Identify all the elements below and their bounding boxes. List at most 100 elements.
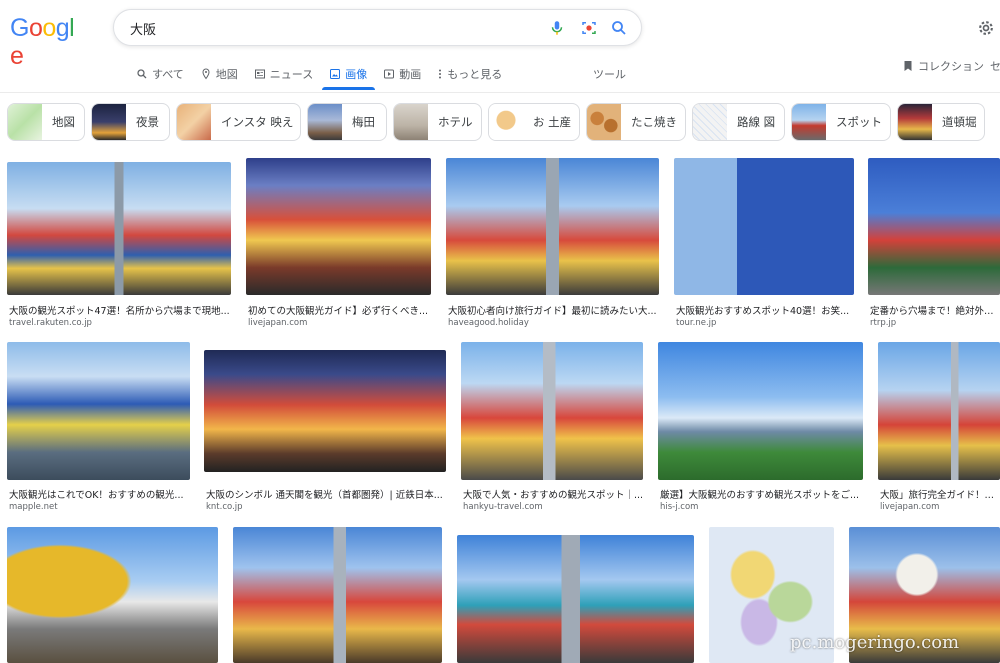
tab-news[interactable]: ニュース — [246, 62, 321, 86]
image-icon — [330, 69, 341, 79]
image-result[interactable]: 大阪で人気・おすすめの観光スポット｜... hankyu-travel.com — [461, 342, 643, 514]
result-image[interactable] — [7, 162, 231, 295]
chip-label: お 土産 — [533, 115, 572, 129]
chip-label: 梅田 — [352, 115, 375, 129]
result-image[interactable] — [233, 527, 442, 663]
result-image[interactable] — [446, 158, 659, 295]
image-result[interactable] — [233, 527, 442, 663]
result-source[interactable]: livejapan.com — [880, 502, 939, 512]
chip-map[interactable]: 地図 — [7, 103, 85, 141]
safesearch-link[interactable]: セ — [990, 58, 1000, 74]
chip-label: ホテル — [438, 115, 473, 129]
tools-button[interactable]: ツール — [593, 66, 626, 82]
chip-thumbnail — [898, 104, 932, 140]
result-image[interactable] — [7, 527, 218, 663]
image-result[interactable]: 大阪観光おすすめスポット40選！お笑... tour.ne.jp — [674, 158, 854, 330]
tab-images[interactable]: 画像 — [321, 62, 375, 86]
chip-hotel[interactable]: ホテル — [393, 103, 482, 141]
result-caption[interactable]: 大阪の観光スポット47選！名所から穴場まで現地... — [9, 303, 233, 317]
image-result[interactable]: 大阪」旅行完全ガイド！交通 livejapan.com — [878, 342, 1000, 514]
chip-label: インスタ 映え — [221, 115, 294, 129]
chip-thumbnail — [177, 104, 211, 140]
result-image[interactable] — [461, 342, 643, 480]
result-caption[interactable]: 大阪観光はこれでOK！おすすめの観光... — [9, 487, 192, 501]
chip-thumbnail — [308, 104, 342, 140]
chip-label: 路線 図 — [737, 115, 776, 129]
result-source[interactable]: mapple.net — [9, 502, 58, 512]
google-logo[interactable]: Google — [10, 14, 82, 70]
settings-gear-icon[interactable] — [976, 18, 996, 38]
result-image[interactable] — [868, 158, 1000, 295]
result-caption[interactable]: 定番から穴場まで！絶対外せな — [870, 303, 1000, 317]
tab-more[interactable]: もっと見る — [429, 62, 510, 86]
search-icon[interactable] — [610, 19, 628, 37]
result-image[interactable] — [674, 158, 854, 295]
image-result[interactable] — [457, 535, 694, 663]
chip-label: 道頓堀 — [942, 115, 977, 129]
tab-all[interactable]: すべて — [128, 62, 192, 86]
active-tab-indicator — [322, 87, 375, 90]
result-image[interactable] — [878, 342, 1000, 480]
result-caption[interactable]: 大阪初心者向け旅行ガイド】最初に読みたい大... — [448, 303, 661, 317]
chip-thumbnail — [489, 104, 523, 140]
tab-label: 画像 — [345, 68, 368, 81]
collection-link[interactable]: コレクション — [903, 58, 984, 74]
chip-umeda[interactable]: 梅田 — [307, 103, 387, 141]
image-result[interactable]: 大阪の観光スポット47選！名所から穴場まで現地... travel.rakute… — [7, 162, 231, 330]
result-source[interactable]: haveagood.holiday — [448, 318, 529, 328]
chip-takoyaki[interactable]: たこ焼き — [586, 103, 686, 141]
result-source[interactable]: rtrp.jp — [870, 318, 896, 328]
result-source[interactable]: knt.co.jp — [206, 502, 243, 512]
chip-spots[interactable]: スポット — [791, 103, 891, 141]
search-type-tabs: すべて 地図 ニュース 画像 動画 もっと見る — [128, 62, 510, 92]
result-source[interactable]: his-j.com — [660, 502, 698, 512]
chip-label: スポット — [836, 115, 882, 129]
chip-label: 夜景 — [136, 115, 159, 129]
chip-label: たこ焼き — [631, 115, 677, 129]
chip-night-view[interactable]: 夜景 — [91, 103, 170, 141]
result-caption[interactable]: 初めての大阪観光ガイド】必ず行くべき... — [248, 303, 433, 317]
map-pin-icon — [202, 68, 210, 80]
chip-instagrammable[interactable]: インスタ 映え — [176, 103, 301, 141]
collection-label: コレクション — [918, 60, 984, 73]
microphone-icon[interactable] — [548, 19, 566, 37]
search-box[interactable] — [113, 9, 642, 46]
result-image[interactable] — [658, 342, 863, 480]
result-image[interactable] — [457, 535, 694, 663]
chip-dotonbori[interactable]: 道頓堀 — [897, 103, 985, 141]
tab-maps[interactable]: 地図 — [192, 62, 246, 86]
chip-souvenir[interactable]: お 土産 — [488, 103, 580, 141]
result-caption[interactable]: 大阪」旅行完全ガイド！交通 — [880, 487, 1000, 501]
bookmark-icon — [904, 61, 912, 71]
tab-label: 地図 — [215, 68, 238, 81]
play-icon — [384, 69, 395, 79]
result-caption[interactable]: 大阪で人気・おすすめの観光スポット｜... — [463, 487, 645, 501]
chip-route-map[interactable]: 路線 図 — [692, 103, 785, 141]
tab-videos[interactable]: 動画 — [375, 62, 429, 86]
result-image[interactable] — [246, 158, 431, 295]
image-result[interactable] — [7, 527, 218, 663]
image-result[interactable]: 大阪のシンボル 通天閣を観光（首都圏発）| 近鉄日本... knt.co.jp — [204, 350, 446, 514]
chip-thumbnail — [92, 104, 126, 140]
search-input[interactable] — [130, 18, 530, 38]
result-source[interactable]: livejapan.com — [248, 318, 307, 328]
result-caption[interactable]: 厳選】大阪観光のおすすめ観光スポットをご... — [660, 487, 865, 501]
chip-thumbnail — [394, 104, 428, 140]
chip-label: 地図 — [52, 115, 75, 129]
chip-thumbnail — [587, 104, 621, 140]
result-source[interactable]: hankyu-travel.com — [463, 502, 543, 512]
image-result[interactable]: 厳選】大阪観光のおすすめ観光スポットをご... his-j.com — [658, 342, 863, 514]
image-result[interactable]: 初めての大阪観光ガイド】必ず行くべき... livejapan.com — [246, 158, 431, 330]
image-result[interactable]: 大阪初心者向け旅行ガイド】最初に読みたい大... haveagood.holid… — [446, 158, 659, 330]
result-caption[interactable]: 大阪観光おすすめスポット40選！お笑... — [676, 303, 856, 317]
image-result[interactable]: 大阪観光はこれでOK！おすすめの観光... mapple.net — [7, 342, 190, 514]
result-image[interactable] — [7, 342, 190, 480]
result-caption[interactable]: 大阪のシンボル 通天閣を観光（首都圏発）| 近鉄日本... — [206, 487, 448, 501]
related-search-chips: 地図 夜景 インスタ 映え 梅田 ホテル お 土産 たこ焼き 路線 図 スポット… — [7, 103, 985, 141]
result-source[interactable]: travel.rakuten.co.jp — [9, 318, 92, 328]
camera-lens-icon[interactable] — [580, 19, 598, 37]
image-result[interactable]: 定番から穴場まで！絶対外せな rtrp.jp — [868, 158, 1000, 330]
result-source[interactable]: tour.ne.jp — [676, 318, 716, 328]
tab-label: もっと見る — [447, 68, 503, 81]
result-image[interactable] — [204, 350, 446, 472]
